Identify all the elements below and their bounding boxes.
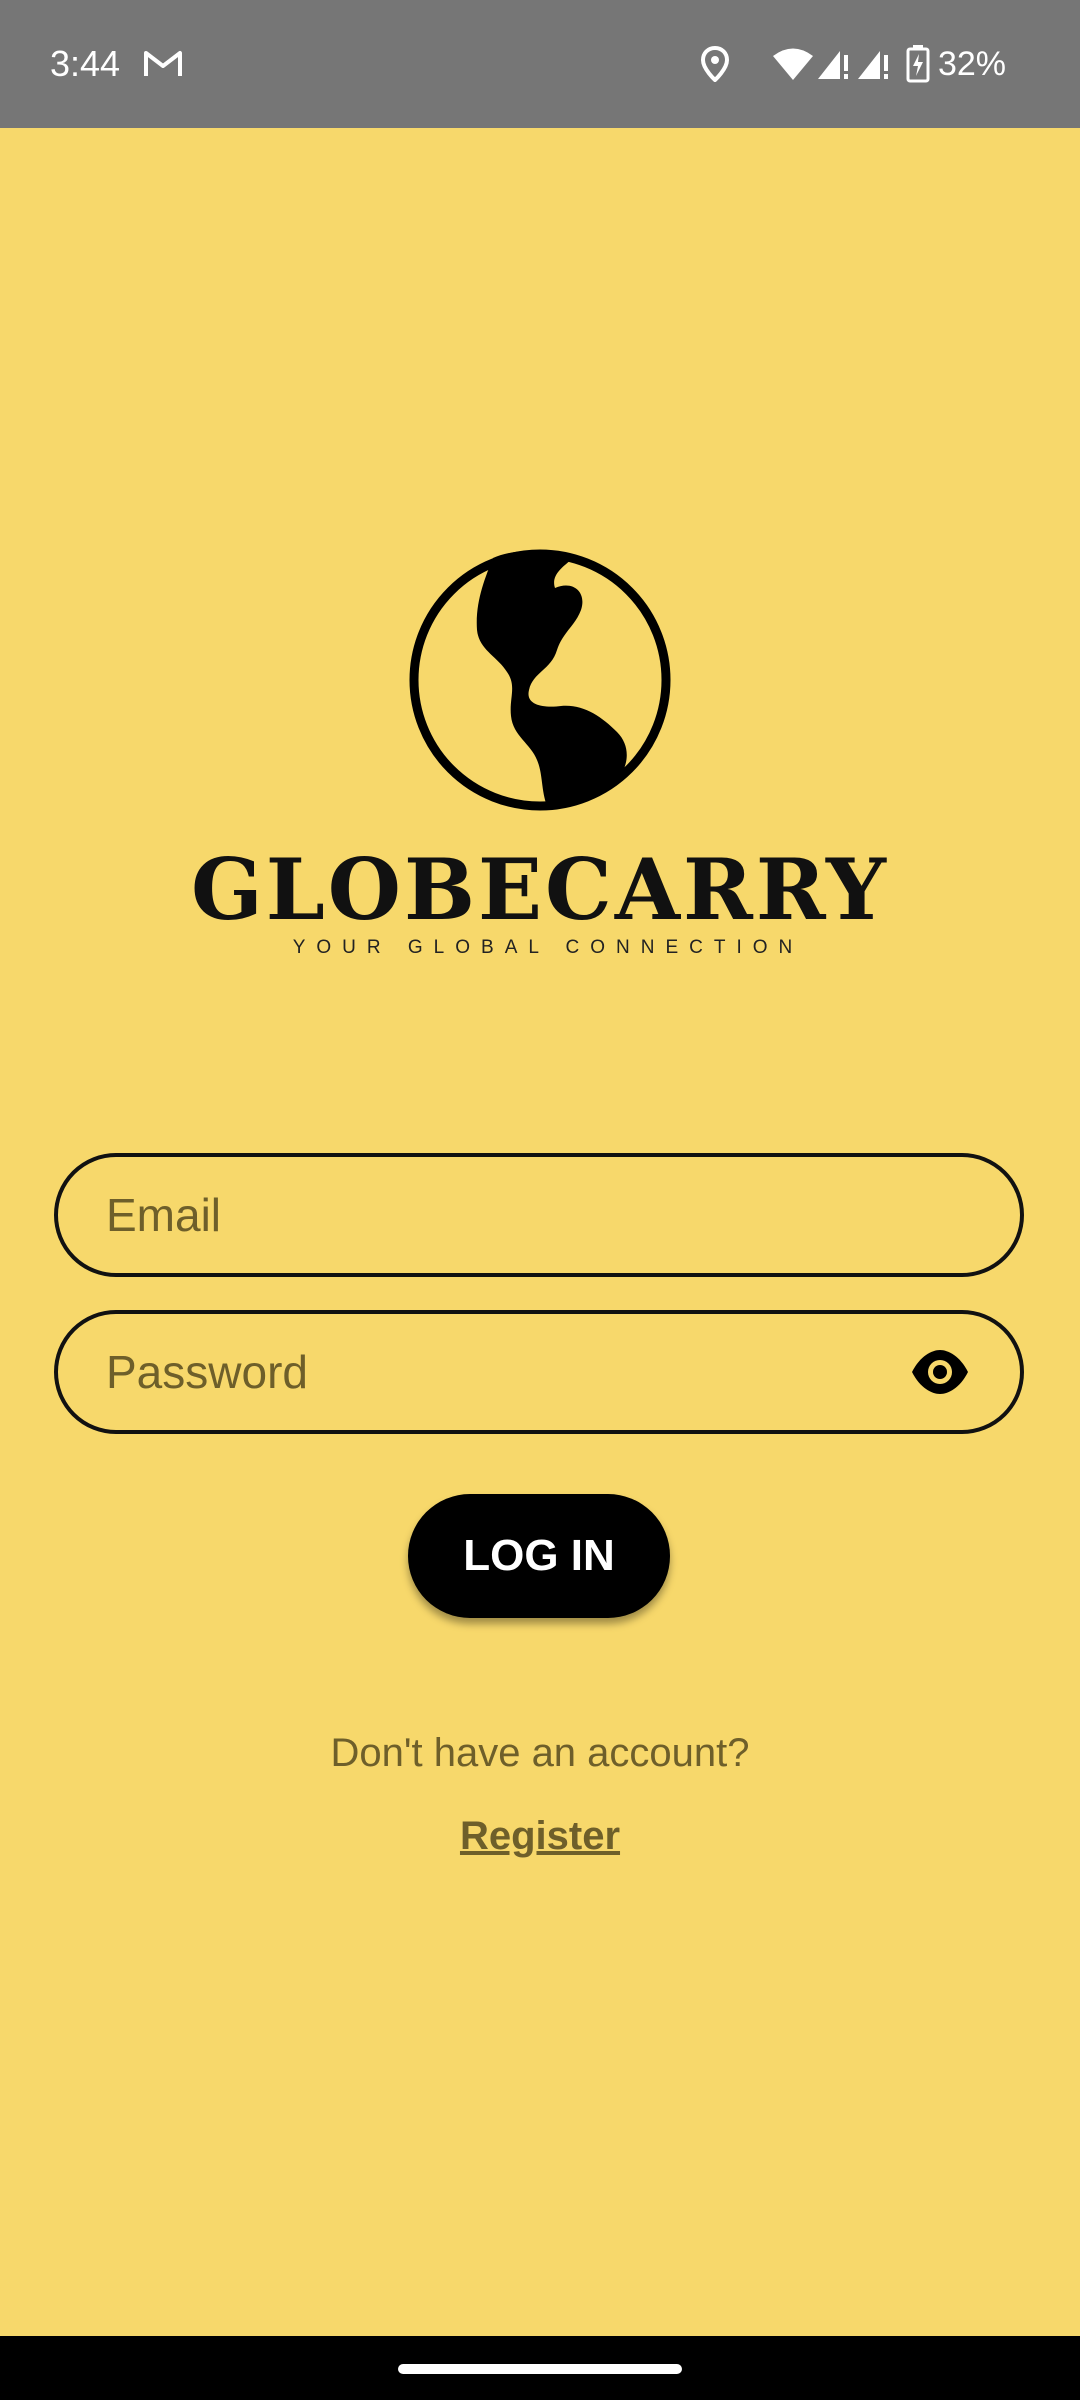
email-field[interactable] xyxy=(54,1153,1024,1277)
status-icons: 32% xyxy=(700,40,1006,88)
email-input[interactable] xyxy=(106,1157,906,1273)
password-input[interactable] xyxy=(106,1314,906,1430)
cell-signal-icon xyxy=(817,51,848,79)
home-gesture-handle[interactable] xyxy=(398,2364,682,2374)
no-account-text: Don't have an account? xyxy=(330,1731,750,1775)
gmail-icon xyxy=(144,51,182,76)
eye-icon[interactable] xyxy=(910,1348,970,1396)
status-time: 3:44 xyxy=(50,43,121,84)
password-field[interactable] xyxy=(54,1310,1024,1434)
cell-signal-icon xyxy=(857,51,888,79)
brand-name: GLOBECARRY xyxy=(190,840,890,939)
app-logo: GLOBECARRY YOUR GLOBAL CONNECTION xyxy=(0,540,1080,980)
status-bar: 3:44 32% xyxy=(0,0,1080,128)
globe-icon xyxy=(409,549,671,811)
brand-tagline: YOUR GLOBAL CONNECTION xyxy=(292,937,804,958)
location-icon xyxy=(700,46,729,82)
navigation-bar xyxy=(0,2336,1080,2400)
battery-charging-icon xyxy=(906,45,930,83)
register-link[interactable]: Register xyxy=(460,1814,620,1858)
wifi-icon xyxy=(772,48,813,80)
login-button[interactable]: LOG IN xyxy=(408,1494,670,1618)
register-link-row: Register xyxy=(0,1808,1080,1864)
battery-percent: 32% xyxy=(937,45,1006,83)
